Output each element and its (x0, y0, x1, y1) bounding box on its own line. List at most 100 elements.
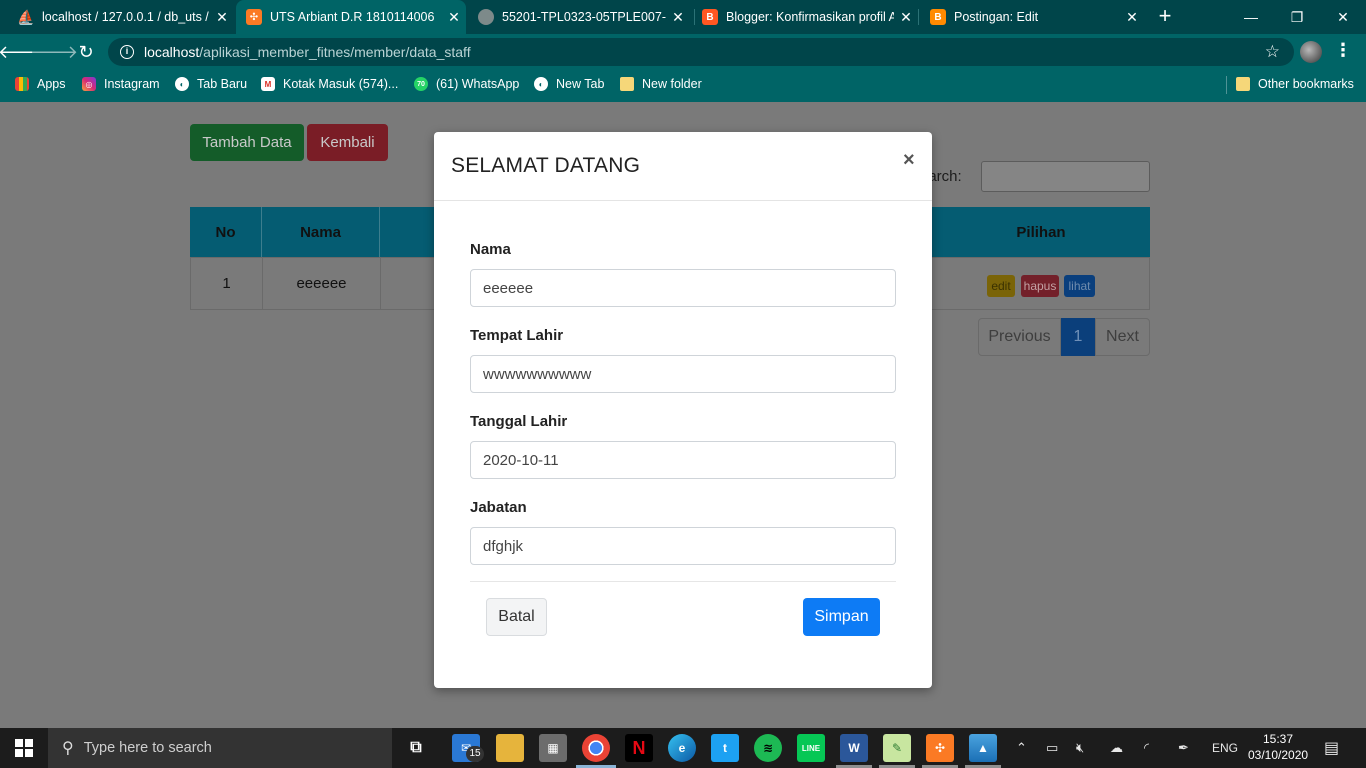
tab-bar: ⛵ localhost / 127.0.0.1 / db_uts / ✕ ✣ U… (0, 0, 1366, 34)
info-icon[interactable]: i (120, 45, 134, 59)
xampp-icon[interactable]: ✣ (926, 734, 954, 762)
tab-title: Postingan: Edit (954, 10, 1039, 24)
edit-button[interactable]: edit (987, 275, 1015, 297)
new-tab-button[interactable]: + (1153, 4, 1177, 28)
tab-phpmyadmin[interactable]: ⛵ localhost / 127.0.0.1 / db_uts / ✕ (8, 0, 234, 34)
tambah-data-button[interactable]: Tambah Data (190, 124, 304, 161)
tempat-lahir-input[interactable]: wwwwwwwwww (470, 355, 896, 393)
pagination-page-1[interactable]: 1 (1061, 318, 1095, 356)
bookmark-label: Other bookmarks (1258, 77, 1354, 91)
forward-arrow-icon[interactable]: 🡒 (30, 38, 78, 66)
url-path: /aplikasi_member_fitnes/member/data_staf… (199, 44, 471, 60)
language-indicator[interactable]: ENG (1212, 728, 1238, 768)
tab-title: UTS Arbiant D.R 1810114006 (270, 10, 435, 24)
close-tab-icon[interactable]: ✕ (210, 9, 234, 26)
taskbar-search-box[interactable]: ⚲ Type here to search (48, 728, 392, 768)
line-icon[interactable]: LINE (797, 734, 825, 762)
bookmark-other[interactable]: Other bookmarks (1236, 70, 1354, 98)
close-icon[interactable]: × (903, 149, 915, 172)
close-tab-icon[interactable]: ✕ (894, 9, 918, 26)
notification-icon[interactable]: ▤ (1324, 728, 1339, 768)
notepad-plus-icon[interactable]: ✎ (883, 734, 911, 762)
simpan-button[interactable]: Simpan (803, 598, 880, 636)
folder-icon (620, 77, 634, 91)
column-header-nama[interactable]: Nama (262, 207, 380, 257)
tab-uts-arbiant[interactable]: ✣ UTS Arbiant D.R 1810114006 ✕ (236, 0, 466, 34)
clock-date: 03/10/2020 (1248, 748, 1309, 762)
xampp-icon: ✣ (246, 9, 262, 25)
word-icon[interactable]: W (840, 734, 868, 762)
tab-55201[interactable]: 55201-TPL0323-05TPLE007-20 ✕ (468, 0, 690, 34)
modal-title: SELAMAT DATANG (451, 154, 641, 177)
reload-icon[interactable]: ↻ (72, 38, 100, 66)
chrome-icon[interactable] (582, 734, 610, 762)
kembali-button[interactable]: Kembali (307, 124, 388, 161)
pagination-previous[interactable]: Previous (978, 318, 1061, 356)
bookmarks-separator (1226, 76, 1227, 94)
wifi-icon[interactable]: ◜ (1144, 728, 1149, 768)
tab-separator (918, 9, 919, 25)
blogger-icon: B (930, 9, 946, 25)
task-view-icon[interactable]: ⧉ (402, 734, 430, 762)
onedrive-icon[interactable]: ☁ (1110, 728, 1123, 768)
search-input[interactable] (981, 161, 1150, 192)
nama-input[interactable]: eeeeee (470, 269, 896, 307)
bookmark-apps[interactable]: Apps (15, 70, 66, 98)
close-window-button[interactable]: ✕ (1320, 0, 1366, 34)
modal-footer-divider (470, 581, 896, 582)
edge-icon[interactable]: e (668, 734, 696, 762)
calculator-icon[interactable]: ▦ (539, 734, 567, 762)
search-icon: ⚲ (62, 740, 74, 757)
clock[interactable]: 15:37 03/10/2020 (1248, 731, 1308, 763)
chrome-menu-icon[interactable]: ⋮ (1334, 40, 1352, 61)
url-host: localhost (144, 44, 200, 60)
tanggal-lahir-input[interactable]: 2020-10-11 (470, 441, 896, 479)
tab-title: localhost / 127.0.0.1 / db_uts / (42, 10, 209, 24)
pagination-next[interactable]: Next (1095, 318, 1150, 356)
bookmark-new-folder[interactable]: New folder (620, 70, 702, 98)
close-tab-icon[interactable]: ✕ (666, 9, 690, 26)
file-explorer-icon[interactable] (496, 734, 524, 762)
bookmark-label: New folder (642, 77, 702, 91)
twitter-icon[interactable]: t (711, 734, 739, 762)
netflix-icon[interactable]: N (625, 734, 653, 762)
tab-postingan-edit[interactable]: B Postingan: Edit ✕ (920, 0, 1144, 34)
bookmark-new-tab[interactable]: ◐ New Tab (534, 70, 604, 98)
globe-icon: ◐ (175, 77, 189, 91)
restore-button[interactable]: ❐ (1274, 0, 1320, 34)
hapus-button[interactable]: hapus (1021, 275, 1059, 297)
batal-button[interactable]: Batal (486, 598, 547, 636)
jabatan-input[interactable]: dfghjk (470, 527, 896, 565)
browser-toolbar: 🡐 🡒 ↻ i localhost/aplikasi_member_fitnes… (0, 34, 1366, 70)
column-header-pilihan[interactable]: Pilihan (932, 207, 1150, 257)
apps-grid-icon (15, 77, 29, 91)
volume-muted-icon[interactable]: 🔇︎ (1076, 728, 1084, 768)
lihat-button[interactable]: lihat (1064, 275, 1095, 297)
phpmyadmin-icon: ⛵ (17, 8, 35, 25)
taskbar-search-placeholder: Type here to search (83, 740, 212, 756)
photos-icon[interactable]: ▲ (969, 734, 997, 762)
tab-blogger-konfirmasi[interactable]: B Blogger: Konfirmasikan profil A ✕ (692, 0, 918, 34)
bookmark-label: Tab Baru (197, 77, 248, 91)
bookmark-star-icon[interactable]: ☆ (1265, 42, 1280, 62)
mail-badge: 15 (466, 746, 484, 762)
close-tab-icon[interactable]: ✕ (1120, 9, 1144, 26)
bookmark-tab-baru[interactable]: ◐ Tab Baru (175, 70, 247, 98)
profile-avatar[interactable] (1300, 41, 1322, 63)
tempat-lahir-label: Tempat Lahir (470, 327, 564, 344)
bookmark-instagram[interactable]: ◎ Instagram (82, 70, 160, 98)
battery-icon[interactable]: ▭ (1046, 728, 1058, 768)
pen-icon[interactable]: ✒ (1178, 728, 1189, 768)
bookmark-whatsapp[interactable]: 70 (61) WhatsApp (414, 70, 519, 98)
bookmark-label: (61) WhatsApp (436, 77, 520, 91)
blogger-icon: B (702, 9, 718, 25)
minimize-button[interactable]: — (1228, 0, 1274, 34)
address-bar[interactable]: i localhost/aplikasi_member_fitnes/membe… (108, 38, 1294, 66)
close-tab-icon[interactable]: ✕ (442, 9, 466, 26)
start-button[interactable] (0, 728, 48, 768)
bookmark-kotak-masuk[interactable]: M Kotak Masuk (574)... (261, 70, 398, 98)
spotify-icon[interactable]: ≋ (754, 734, 782, 762)
column-header-no[interactable]: No (190, 207, 262, 257)
show-hidden-icons[interactable]: ⌃ (1016, 728, 1027, 768)
nama-label: Nama (470, 241, 511, 258)
